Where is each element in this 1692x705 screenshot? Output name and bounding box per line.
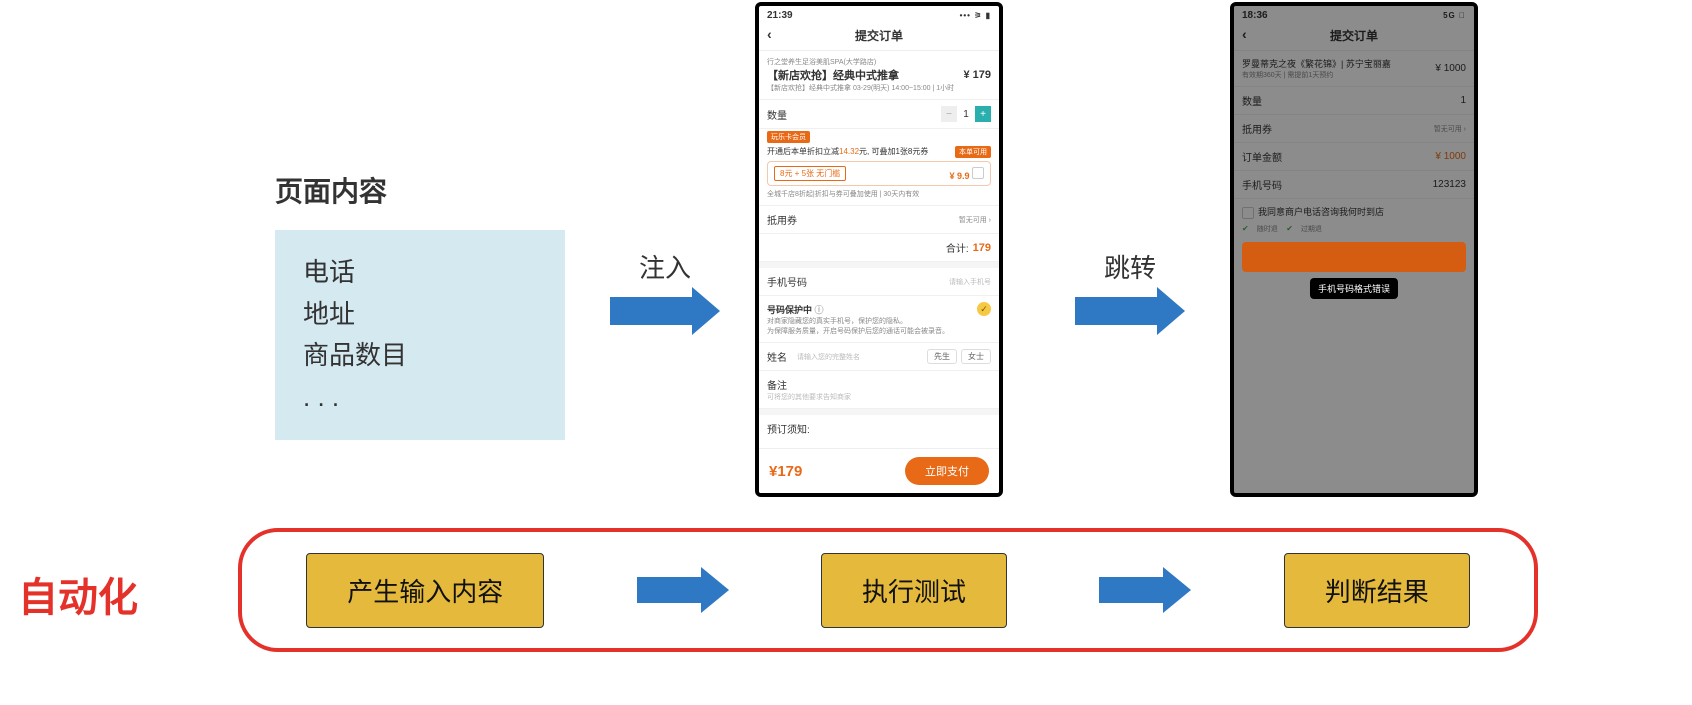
page-content-item: . . . xyxy=(303,377,537,419)
name-label: 姓名 xyxy=(767,349,787,364)
promo-text-a: 开通后本单折扣立减 xyxy=(767,147,839,156)
promo-amount: 14.32 xyxy=(839,147,859,156)
protect-toggle-icon[interactable]: ✓ xyxy=(977,302,991,316)
protect-line1: 对商家隐藏您的真实手机号，保护您的隐私。 xyxy=(767,316,991,326)
status-signal-icon: ••• ⚞ ▮ xyxy=(960,11,991,20)
coupon-label: 抵用券 xyxy=(767,212,797,227)
total-value: 179 xyxy=(973,242,991,254)
page-content-item: 电话 xyxy=(303,252,537,294)
member-promo-section: 玩乐卡会员 开通后本单折扣立减14.32元, 可叠加1张8元券 本单可用 8元 … xyxy=(759,129,999,206)
product-title: 【新店欢抢】经典中式推拿 xyxy=(767,67,899,83)
shop-name: 行之堂养生足浴美肌SPA(大学路店) xyxy=(767,57,991,67)
automation-label: 自动化 xyxy=(18,565,138,623)
step-judge-result: 判断结果 xyxy=(1284,553,1470,628)
page-content-block: 页面内容 电话 地址 商品数目 . . . xyxy=(275,170,565,440)
qty-stepper[interactable]: − 1 + xyxy=(941,106,991,122)
product-price: ¥ 179 xyxy=(963,69,991,81)
arrow-icon xyxy=(610,287,720,335)
product-section: 行之堂养生足浴美肌SPA(大学路店) 【新店欢抢】经典中式推拿 ¥ 179 【新… xyxy=(759,51,999,100)
remark-placeholder: 可将您的其他要求告知商家 xyxy=(767,392,991,402)
step-run-test: 执行测试 xyxy=(821,553,1007,628)
name-placeholder: 请输入您的完整姓名 xyxy=(797,352,923,362)
number-protect-section: 号码保护中 ⓘ ✓ 对商家隐藏您的真实手机号，保护您的隐私。 为保障服务质量，开… xyxy=(759,296,999,343)
phone-order-form: 21:39 ••• ⚞ ▮ ‹ 提交订单 行之堂养生足浴美肌SPA(大学路店) … xyxy=(755,2,1003,497)
gender-pill-m[interactable]: 先生 xyxy=(927,349,957,364)
name-input-row[interactable]: 姓名 请输入您的完整姓名 先生 女士 xyxy=(759,343,999,371)
promo-left: 8元 + 5张 无门槛 xyxy=(774,166,846,181)
back-icon[interactable]: ‹ xyxy=(767,26,772,42)
arrow-icon xyxy=(1075,287,1185,335)
promo-checkbox[interactable] xyxy=(972,167,984,179)
navigate-label: 跳转 xyxy=(1075,248,1185,285)
total-row: 合计: 179 xyxy=(759,234,999,262)
error-toast: 手机号码格式错误 xyxy=(1310,278,1398,299)
footer-price: ¥179 xyxy=(769,463,802,480)
step-generate-input: 产生输入内容 xyxy=(306,553,544,628)
product-sub: 【新店欢抢】经典中式推拿 03-29(明天) 14:00~15:00 | 1小时 xyxy=(767,83,991,93)
coupon-row[interactable]: 抵用券 暂无可用 › xyxy=(759,206,999,234)
navigate-arrow: 跳转 xyxy=(1075,248,1185,340)
nav-bar: ‹ 提交订单 xyxy=(759,23,999,51)
phone-input-row[interactable]: 手机号码 请输入手机号 xyxy=(759,268,999,296)
page-content-item: 地址 xyxy=(303,294,537,336)
phone-error-state: 18:36 5G 􀛨 ‹ 提交订单 罗曼蒂克之夜《繁花锦》| 苏宁宝丽嘉 有效期… xyxy=(1230,2,1478,497)
qty-value: 1 xyxy=(957,109,975,120)
footer-bar: ¥179 立即支付 xyxy=(759,448,999,493)
member-tag: 玩乐卡会员 xyxy=(767,131,810,143)
nav-title: 提交订单 xyxy=(855,29,903,43)
remark-row[interactable]: 备注 可将您的其他要求告知商家 xyxy=(759,371,999,409)
total-label: 合计: xyxy=(946,240,969,255)
status-time: 21:39 xyxy=(767,10,793,21)
protect-title: 号码保护中 ⓘ xyxy=(767,303,824,316)
phone-placeholder: 请输入手机号 xyxy=(949,277,991,287)
automation-flow: 产生输入内容 执行测试 判断结果 xyxy=(238,528,1538,652)
qty-label: 数量 xyxy=(767,107,787,122)
promo-price: ¥ 9.9 xyxy=(949,171,969,181)
coupon-value: 暂无可用 › xyxy=(959,215,991,225)
page-content-title: 页面内容 xyxy=(275,170,565,210)
phone-label: 手机号码 xyxy=(767,274,807,289)
status-bar: 21:39 ••• ⚞ ▮ xyxy=(759,6,999,23)
quantity-row: 数量 − 1 + xyxy=(759,100,999,129)
top-flow-row: 页面内容 电话 地址 商品数目 . . . 注入 21:39 ••• ⚞ ▮ ‹… xyxy=(0,0,1692,505)
remark-label: 备注 xyxy=(767,377,991,392)
promo-badge: 本单可用 xyxy=(955,146,991,158)
promo-box[interactable]: 8元 + 5张 无门槛 ¥ 9.9 xyxy=(767,161,991,186)
page-content-item: 商品数目 xyxy=(303,335,537,377)
notice-label: 预订须知: xyxy=(767,425,810,436)
arrow-icon xyxy=(637,567,729,613)
promo-note: 全城千店8折起|折扣与券可叠加使用 | 30天内有效 xyxy=(767,189,991,199)
inject-arrow: 注入 xyxy=(610,248,720,340)
page-content-box: 电话 地址 商品数目 . . . xyxy=(275,230,565,440)
gender-pill-f[interactable]: 女士 xyxy=(961,349,991,364)
promo-text-b: 元, 可叠加1张8元券 xyxy=(859,147,928,156)
inject-label: 注入 xyxy=(610,248,720,285)
pay-button[interactable]: 立即支付 xyxy=(905,457,989,485)
promo-line: 开通后本单折扣立减14.32元, 可叠加1张8元券 本单可用 xyxy=(767,146,991,157)
arrow-icon xyxy=(1099,567,1191,613)
qty-minus-button[interactable]: − xyxy=(941,106,957,122)
qty-plus-button[interactable]: + xyxy=(975,106,991,122)
submit-button[interactable] xyxy=(1242,242,1466,272)
protect-line2: 为保障服务质量，开启号码保护后您的通话可能会被录音。 xyxy=(767,326,991,336)
